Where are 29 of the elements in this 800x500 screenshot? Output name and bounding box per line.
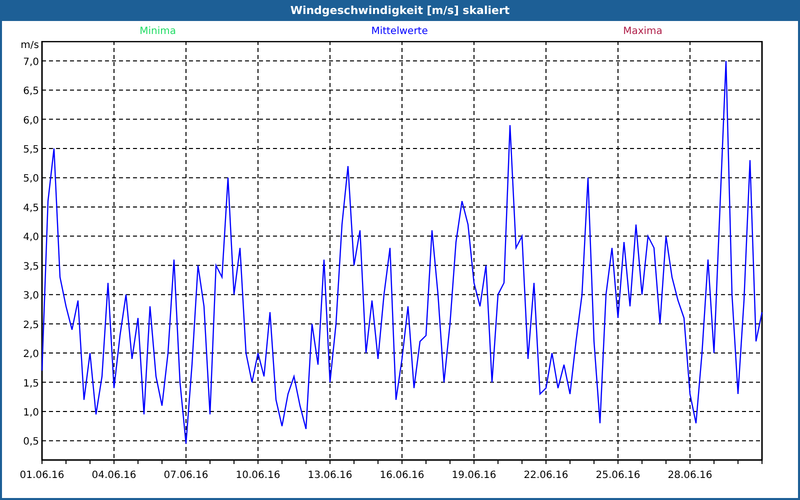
y-tick-label: 5,5 [23, 144, 39, 156]
legend-label: Mittelwerte [371, 26, 428, 36]
legend-label: Minima [140, 26, 176, 36]
x-tick-label: 22.06.16 [524, 470, 568, 479]
y-tick-label: 1,0 [23, 408, 39, 418]
y-tick-label: 2,0 [23, 349, 39, 360]
y-tick-label: 3,0 [23, 290, 39, 302]
x-tick-label: 28.06.16 [668, 470, 712, 479]
y-tick-label: 5,0 [23, 174, 39, 185]
x-tick-label: 04.06.16 [92, 470, 136, 479]
legend-label: Maxima [623, 26, 662, 36]
x-tick-label: 07.06.16 [164, 470, 208, 479]
x-tick-label: 10.06.16 [236, 470, 280, 479]
x-tick-label: 13.06.16 [308, 470, 352, 479]
x-tick-label: 16.06.16 [380, 470, 424, 479]
y-tick-label: 2,5 [23, 320, 39, 331]
x-tick-label: 19.06.16 [452, 470, 496, 479]
x-tick-label: 25.06.16 [596, 470, 640, 479]
y-tick-label: 6,5 [23, 86, 39, 98]
y-tick-label: 1,5 [23, 378, 39, 390]
y-tick-label: 4,5 [23, 202, 39, 214]
y-tick-label: 6,0 [23, 115, 39, 126]
window-title: Windgeschwindigkeit [m/s] skaliert [290, 4, 510, 17]
y-tick-label: 4,0 [23, 232, 39, 244]
y-tick-label: 7,0 [23, 56, 39, 68]
y-tick-label: 3,5 [23, 261, 39, 272]
x-tick-label: 01.06.16 [20, 470, 64, 479]
y-tick-label: 0,5 [23, 436, 39, 448]
axis-unit-label: m/s [20, 41, 39, 51]
